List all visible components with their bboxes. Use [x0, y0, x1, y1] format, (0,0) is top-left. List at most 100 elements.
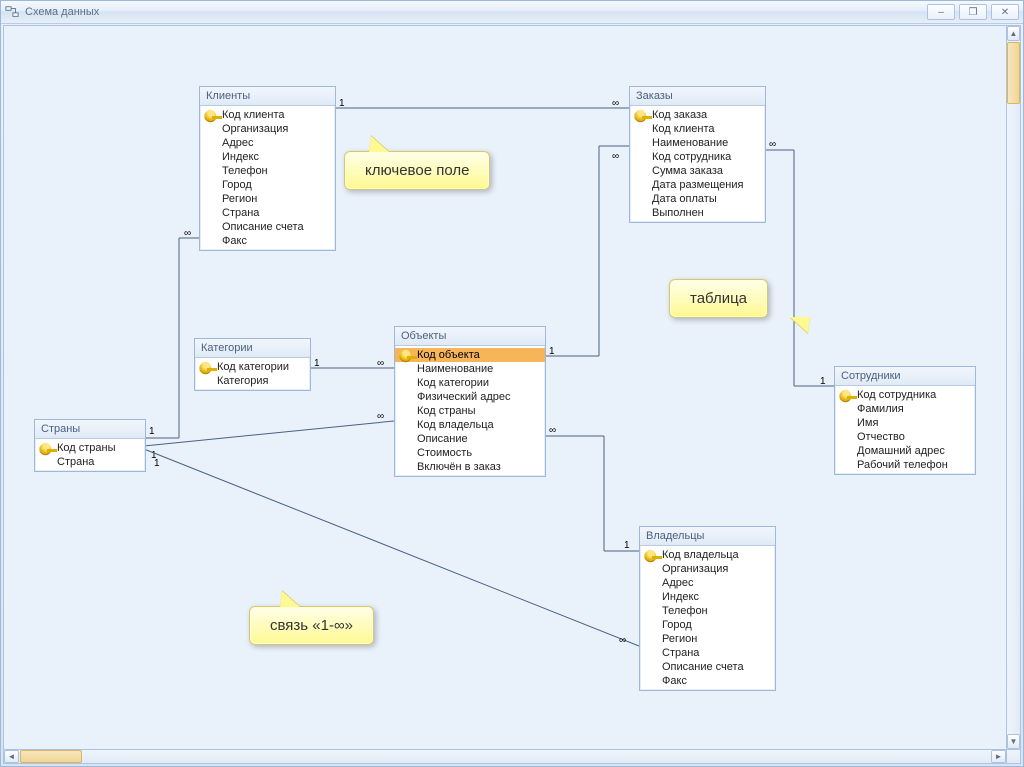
table-field[interactable]: Имя [835, 416, 975, 430]
table-field[interactable]: Регион [200, 192, 335, 206]
table-title[interactable]: Объекты [395, 327, 545, 346]
table-field[interactable]: Категория [195, 374, 310, 388]
callout-link: связь «1-∞» [249, 606, 374, 645]
table-field[interactable]: Дата оплаты [630, 192, 765, 206]
table-field[interactable]: Физический адрес [395, 390, 545, 404]
table-categories[interactable]: Категории Код категорииКатегория [194, 338, 311, 391]
table-field[interactable]: Рабочий телефон [835, 458, 975, 472]
table-title[interactable]: Сотрудники [835, 367, 975, 386]
table-orders[interactable]: Заказы Код заказаКод клиентаНаименование… [629, 86, 766, 223]
close-button[interactable]: ✕ [991, 4, 1019, 20]
table-title[interactable]: Клиенты [200, 87, 335, 106]
table-employees[interactable]: Сотрудники Код сотрудникаФамилияИмяОтчес… [834, 366, 976, 475]
table-field[interactable]: Организация [200, 122, 335, 136]
svg-text:1: 1 [339, 98, 345, 109]
svg-text:1: 1 [149, 426, 155, 437]
table-field[interactable]: Индекс [640, 590, 775, 604]
table-title[interactable]: Категории [195, 339, 310, 358]
table-owners[interactable]: Владельцы Код владельцаОрганизацияАдресИ… [639, 526, 776, 691]
table-field[interactable]: Дата размещения [630, 178, 765, 192]
table-field[interactable]: Код категории [395, 376, 545, 390]
callout-text: таблица [690, 290, 747, 307]
vertical-scrollbar[interactable]: ▲ ▼ [1006, 25, 1021, 750]
table-field[interactable]: Телефон [640, 604, 775, 618]
horizontal-scrollbar[interactable]: ◄ ► [3, 749, 1007, 764]
table-field[interactable]: Код владельца [395, 418, 545, 432]
svg-text:1: 1 [820, 376, 826, 387]
svg-text:1: 1 [624, 540, 630, 551]
field-list: Код сотрудникаФамилияИмяОтчествоДомашний… [835, 386, 975, 474]
restore-button[interactable]: ❐ [959, 4, 987, 20]
scroll-left-button[interactable]: ◄ [4, 750, 19, 763]
svg-text:∞: ∞ [549, 425, 556, 436]
svg-text:∞: ∞ [619, 635, 626, 646]
scroll-right-button[interactable]: ► [991, 750, 1006, 763]
field-list: Код объектаНаименованиеКод категорииФизи… [395, 346, 545, 476]
table-field[interactable]: Код владельца [640, 548, 775, 562]
table-field[interactable]: Описание счета [640, 660, 775, 674]
callout-table: таблица [669, 279, 768, 318]
window-title: Схема данных [25, 6, 99, 18]
table-title[interactable]: Заказы [630, 87, 765, 106]
table-field[interactable]: Телефон [200, 164, 335, 178]
table-field[interactable]: Код заказа [630, 108, 765, 122]
diagram-canvas[interactable]: 1 ∞ ∞ 1 1 ∞ 1 ∞ 1 ∞ 1 ∞ 1 ∞ [3, 25, 1007, 750]
table-field[interactable]: Код сотрудника [630, 150, 765, 164]
table-field[interactable]: Город [640, 618, 775, 632]
titlebar[interactable]: Схема данных – ❐ ✕ [1, 1, 1023, 24]
table-objects[interactable]: Объекты Код объектаНаименованиеКод катег… [394, 326, 546, 477]
table-field[interactable]: Стоимость [395, 446, 545, 460]
table-field[interactable]: Адрес [200, 136, 335, 150]
minimize-button[interactable]: – [927, 4, 955, 20]
table-field[interactable]: Наименование [395, 362, 545, 376]
table-title[interactable]: Страны [35, 420, 145, 439]
table-field[interactable]: Наименование [630, 136, 765, 150]
scroll-thumb[interactable] [20, 750, 82, 763]
svg-text:1: 1 [549, 346, 555, 357]
table-field[interactable]: Факс [640, 674, 775, 688]
table-field[interactable]: Отчество [835, 430, 975, 444]
table-field[interactable]: Факс [200, 234, 335, 248]
table-field[interactable]: Описание счета [200, 220, 335, 234]
field-list: Код клиентаОрганизацияАдресИндексТелефон… [200, 106, 335, 250]
table-field[interactable]: Фамилия [835, 402, 975, 416]
table-countries[interactable]: Страны Код страныСтрана [34, 419, 146, 472]
table-field[interactable]: Код клиента [200, 108, 335, 122]
relationships-window: Схема данных – ❐ ✕ 1 ∞ ∞ 1 1 ∞ 1 ∞ 1 ∞ [0, 0, 1024, 767]
table-field[interactable]: Домашний адрес [835, 444, 975, 458]
table-field[interactable]: Город [200, 178, 335, 192]
svg-text:∞: ∞ [184, 228, 191, 239]
callout-text: связь «1-∞» [270, 617, 353, 634]
table-field[interactable]: Страна [200, 206, 335, 220]
table-field[interactable]: Регион [640, 632, 775, 646]
table-field[interactable]: Код клиента [630, 122, 765, 136]
table-field[interactable]: Адрес [640, 576, 775, 590]
table-title[interactable]: Владельцы [640, 527, 775, 546]
table-field[interactable]: Страна [640, 646, 775, 660]
svg-text:∞: ∞ [769, 139, 776, 150]
svg-text:∞: ∞ [612, 98, 619, 109]
svg-text:∞: ∞ [377, 411, 384, 422]
table-field[interactable]: Код объекта [395, 348, 545, 362]
table-clients[interactable]: Клиенты Код клиентаОрганизацияАдресИндек… [199, 86, 336, 251]
table-field[interactable]: Код сотрудника [835, 388, 975, 402]
relationships-icon [5, 5, 19, 19]
table-field[interactable]: Сумма заказа [630, 164, 765, 178]
resize-grip[interactable] [1006, 749, 1021, 764]
scroll-up-button[interactable]: ▲ [1007, 26, 1020, 41]
table-field[interactable]: Код страны [35, 441, 145, 455]
field-list: Код категорииКатегория [195, 358, 310, 390]
table-field[interactable]: Включён в заказ [395, 460, 545, 474]
table-field[interactable]: Код категории [195, 360, 310, 374]
table-field[interactable]: Описание [395, 432, 545, 446]
scroll-down-button[interactable]: ▼ [1007, 734, 1020, 749]
scroll-thumb[interactable] [1007, 42, 1020, 104]
table-field[interactable]: Страна [35, 455, 145, 469]
table-field[interactable]: Индекс [200, 150, 335, 164]
table-field[interactable]: Выполнен [630, 206, 765, 220]
table-field[interactable]: Организация [640, 562, 775, 576]
field-list: Код страныСтрана [35, 439, 145, 471]
table-field[interactable]: Код страны [395, 404, 545, 418]
svg-text:∞: ∞ [377, 358, 384, 369]
svg-text:∞: ∞ [612, 151, 619, 162]
